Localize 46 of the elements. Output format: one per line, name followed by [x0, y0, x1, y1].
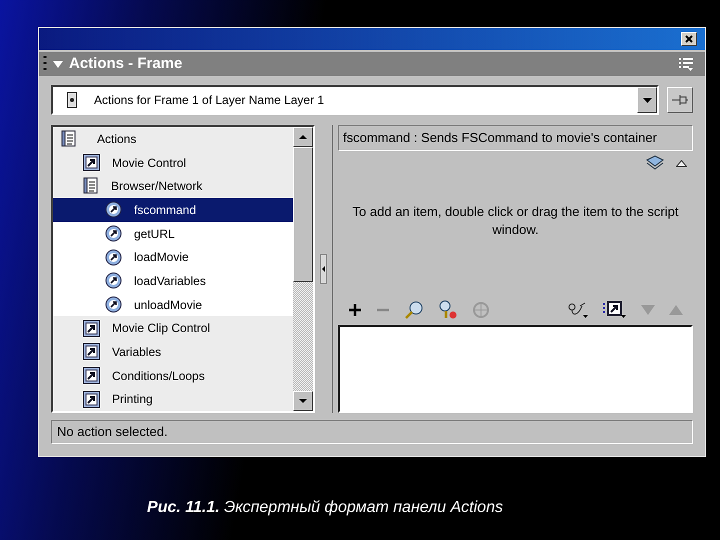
- tree-item[interactable]: unloadMovie: [53, 292, 293, 316]
- book-icon: [61, 130, 77, 148]
- collapse-left-icon: [322, 266, 325, 272]
- tree-item[interactable]: getURL: [53, 222, 293, 246]
- arrow-box-icon: [83, 367, 100, 384]
- tree-item[interactable]: loadVariables: [53, 269, 293, 293]
- splitter-handle[interactable]: [320, 254, 327, 284]
- dropdown-button[interactable]: [637, 87, 657, 113]
- arrow-circle-icon: [105, 272, 122, 290]
- collapse-triangle-icon[interactable]: [53, 60, 63, 68]
- arrow-circle-icon: [105, 201, 122, 218]
- panel-title: Actions - Frame: [69, 54, 182, 74]
- find-icon[interactable]: [404, 300, 424, 320]
- arrow-box-icon: [83, 343, 100, 360]
- script-pane[interactable]: [338, 325, 693, 413]
- hint-text: To add an item, double click or drag the item to the script window.: [352, 203, 680, 239]
- caret-icon: [642, 98, 652, 102]
- scroll-down-icon[interactable]: [299, 399, 307, 403]
- arrow-box-icon: [83, 320, 100, 337]
- close-button[interactable]: [681, 32, 697, 46]
- tree-item[interactable]: loadMovie: [53, 245, 293, 270]
- arrow-box-icon: [83, 154, 100, 171]
- pin-icon: [671, 93, 689, 107]
- figure-caption: Рис. 11.1. Экспертный формат панели Actions: [147, 498, 503, 518]
- pin-button[interactable]: [667, 87, 693, 113]
- scroll-up-icon[interactable]: [299, 135, 307, 139]
- scroll-thumb[interactable]: [293, 147, 313, 282]
- scrollbar[interactable]: [293, 127, 313, 411]
- book-icon: [83, 177, 99, 196]
- arrow-box-icon: [83, 390, 100, 408]
- view-options-icon[interactable]: [603, 301, 627, 319]
- arrow-circle-icon: [105, 296, 122, 314]
- target-dropdown[interactable]: Actions for Frame 1 of Layer Name Layer 1: [51, 85, 659, 115]
- target-value: Actions for Frame 1 of Layer Name Layer 1: [94, 92, 324, 109]
- action-description: fscommand : Sends FSCommand to movie's container: [338, 125, 693, 151]
- tree-item[interactable]: fscommand: [53, 198, 293, 222]
- close-icon: [685, 35, 693, 43]
- status-bar: No action selected.: [51, 420, 693, 444]
- grip-icon[interactable]: [43, 55, 47, 73]
- arrow-circle-icon: [105, 248, 122, 266]
- collapse-up-icon[interactable]: [676, 160, 687, 166]
- debug-options-icon[interactable]: [567, 301, 589, 319]
- arrow-circle-icon: [105, 225, 122, 242]
- plus-icon[interactable]: [348, 303, 362, 317]
- frame-icon: [67, 92, 77, 108]
- menu-icon[interactable]: [679, 57, 693, 71]
